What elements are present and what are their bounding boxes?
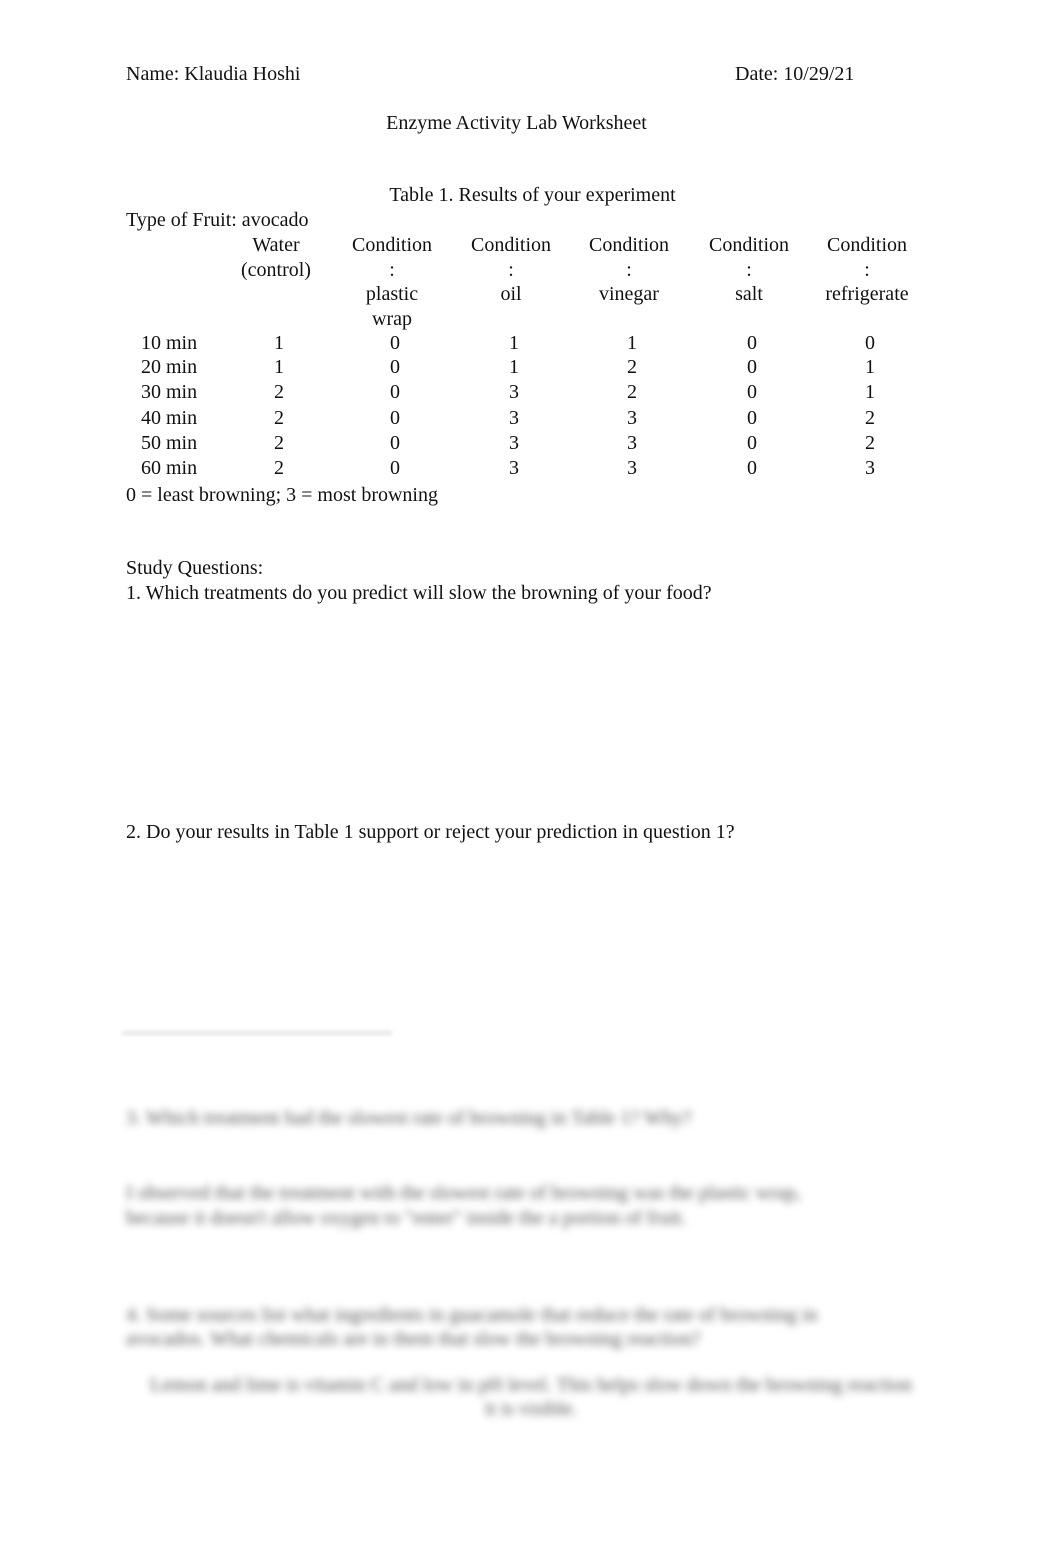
blurred-divider xyxy=(122,1032,392,1034)
row-time-label: 20 min xyxy=(141,356,198,378)
student-name: Name: Klaudia Hoshi xyxy=(126,63,301,85)
blurred-answer-3-line-2: because it doesn't allow oxygen to "ente… xyxy=(126,1207,687,1229)
column-header-line: : xyxy=(626,258,632,281)
table-cell: 3 xyxy=(627,432,637,454)
table-cell: 1 xyxy=(509,332,519,354)
question-1: 1. Which treatments do you predict will … xyxy=(126,582,712,604)
table-cell: 3 xyxy=(627,457,637,479)
column-header-line: Condition xyxy=(826,234,907,256)
table-cell: 2 xyxy=(865,407,875,429)
table-cell: 3 xyxy=(865,457,875,479)
table-cell: 2 xyxy=(865,432,875,454)
table-cell: 1 xyxy=(274,332,284,354)
table-caption: Table 1. Results of your experiment xyxy=(389,184,676,206)
table-cell: 0 xyxy=(747,381,757,403)
table-cell: 0 xyxy=(390,381,400,403)
study-questions-heading: Study Questions: xyxy=(126,557,264,579)
table-cell: 1 xyxy=(865,356,875,378)
blurred-question-4-line-1: 4. Some sources list what ingredients in… xyxy=(126,1304,818,1326)
table-cell: 0 xyxy=(390,332,400,354)
table-cell: 0 xyxy=(747,356,757,378)
blurred-question-3: 3. Which treatment had the slowest rate … xyxy=(126,1107,692,1129)
table-cell: 3 xyxy=(509,381,519,403)
table-cell: 1 xyxy=(865,381,875,403)
table-cell: 1 xyxy=(274,356,284,378)
row-time-label: 50 min xyxy=(141,432,198,454)
column-header-line: wrap xyxy=(372,307,412,330)
table-cell: 2 xyxy=(274,407,284,429)
table-cell: 2 xyxy=(627,356,637,378)
row-time-label: 30 min xyxy=(141,381,198,403)
worksheet-date: Date: 10/29/21 xyxy=(735,63,855,85)
column-header-line: refrigerate xyxy=(825,283,909,305)
table-cell: 3 xyxy=(509,432,519,454)
blurred-answer-4-line-2: it is visible. xyxy=(484,1398,578,1420)
worksheet-title: Enzyme Activity Lab Worksheet xyxy=(386,112,647,134)
row-time-label: 10 min xyxy=(141,332,198,354)
table-cell: 3 xyxy=(509,407,519,429)
table-cell: 0 xyxy=(390,356,400,378)
blurred-answer-3-line-1: I observed that the treatment with the s… xyxy=(126,1182,801,1204)
table-cell: 2 xyxy=(274,432,284,454)
blurred-question-4-line-2: avocados. What chemicals are in them tha… xyxy=(126,1328,701,1350)
table-cell: 0 xyxy=(747,457,757,479)
table-cell: 0 xyxy=(747,432,757,454)
table-cell: 0 xyxy=(390,457,400,479)
table-cell: 1 xyxy=(509,356,519,378)
blurred-answer-4-line-1: Lemon and lime is vitamin C and low in p… xyxy=(150,1374,912,1396)
table-cell: 3 xyxy=(627,407,637,429)
browning-scale-legend: 0 = least browning; 3 = most browning xyxy=(126,484,438,506)
table-cell: 3 xyxy=(509,457,519,479)
table-cell: 1 xyxy=(627,332,637,354)
table-cell: 2 xyxy=(274,457,284,479)
column-header-line: Condition xyxy=(588,234,669,256)
table-cell: 2 xyxy=(274,381,284,403)
table-cell: 0 xyxy=(865,332,875,354)
column-header-line: : xyxy=(864,258,870,281)
fruit-type-label: Type of Fruit: avocado xyxy=(126,209,309,231)
table-cell: 0 xyxy=(747,407,757,429)
table-cell: 0 xyxy=(747,332,757,354)
question-2: 2. Do your results in Table 1 support or… xyxy=(126,821,735,843)
table-cell: 2 xyxy=(627,381,637,403)
table-cell: 0 xyxy=(390,407,400,429)
column-header-line: vinegar xyxy=(599,283,659,305)
row-time-label: 60 min xyxy=(141,457,198,479)
table-cell: 0 xyxy=(390,432,400,454)
row-time-label: 40 min xyxy=(141,407,198,429)
